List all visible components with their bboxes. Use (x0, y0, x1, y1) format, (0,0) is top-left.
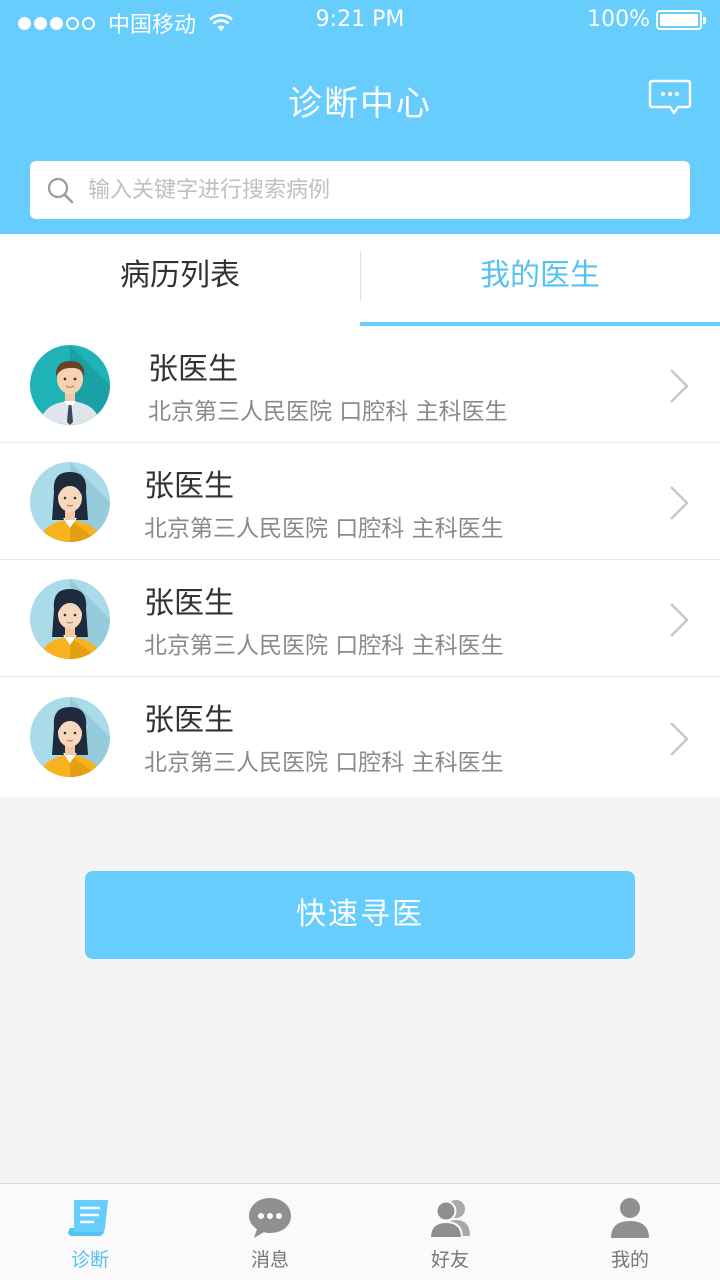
chevron-right-icon (670, 722, 689, 756)
tab-messages[interactable]: 消息 (180, 1184, 360, 1280)
list-item[interactable]: 张医生 北京第三人民医院 口腔科 主科医生 (0, 443, 720, 560)
quick-find-doctor-button[interactable]: 快速寻医 (85, 871, 635, 959)
tab-my-doctors[interactable]: 我的医生 (360, 234, 720, 326)
tab-label: 好友 (430, 1249, 469, 1271)
doctor-name: 张医生 (144, 703, 234, 738)
battery-percent: 100% (587, 7, 650, 32)
list-item[interactable]: 张医生 北京第三人民医院 口腔科 主科医生 (0, 677, 720, 797)
doctor-name: 张医生 (148, 352, 238, 387)
header: 中国移动 9:21 PM 100% 诊断中心 (0, 0, 720, 234)
female-doctor-avatar (30, 697, 110, 777)
list-item[interactable]: 张医生 北京第三人民医院 口腔科 主科医生 (0, 560, 720, 677)
tab-label: 诊断 (70, 1249, 109, 1271)
person-icon (611, 1198, 649, 1238)
chevron-right-icon (670, 369, 689, 403)
doctor-info: 北京第三人民医院 口腔科 主科医生 (144, 633, 504, 659)
segment-tabs: 病历列表 我的医生 (0, 234, 720, 326)
friends-icon (428, 1200, 470, 1239)
search-icon (47, 177, 74, 204)
chevron-right-icon (670, 486, 689, 520)
message-button[interactable] (648, 78, 692, 118)
bottom-tab-bar: 诊断 消息 好友 我的 (0, 1183, 720, 1280)
female-doctor-avatar (30, 579, 110, 659)
doctor-info: 北京第三人民医院 口腔科 主科医生 (144, 750, 504, 776)
status-bar: 中国移动 9:21 PM 100% (0, 0, 720, 40)
tab-diagnosis[interactable]: 诊断 (0, 1184, 180, 1280)
female-doctor-avatar (30, 462, 110, 542)
chevron-right-icon (670, 603, 689, 637)
tab-medical-records[interactable]: 病历列表 (0, 234, 360, 326)
list-item[interactable]: 张医生 北京第三人民医院 口腔科 主科医生 (0, 326, 720, 443)
tab-friends[interactable]: 好友 (360, 1184, 540, 1280)
search-input[interactable] (88, 161, 678, 219)
doctor-name: 张医生 (144, 469, 234, 504)
chat-bubble-icon (648, 79, 692, 115)
chat-icon (249, 1198, 291, 1238)
document-icon (68, 1200, 108, 1237)
page-title: 诊断中心 (288, 84, 432, 124)
tab-profile[interactable]: 我的 (540, 1184, 720, 1280)
battery-icon (656, 9, 706, 30)
doctor-name: 张医生 (144, 586, 234, 621)
doctor-info: 北京第三人民医院 口腔科 主科医生 (144, 516, 504, 542)
doctor-info: 北京第三人民医院 口腔科 主科医生 (148, 399, 508, 425)
male-doctor-avatar (30, 345, 110, 425)
tab-label: 消息 (250, 1249, 289, 1271)
doctor-list: 张医生 北京第三人民医院 口腔科 主科医生 张医生 北京第三人民医院 口腔科 主… (0, 326, 720, 797)
tab-label: 我的 (610, 1249, 649, 1271)
status-right: 100% (587, 7, 706, 32)
search-bar (30, 161, 690, 219)
